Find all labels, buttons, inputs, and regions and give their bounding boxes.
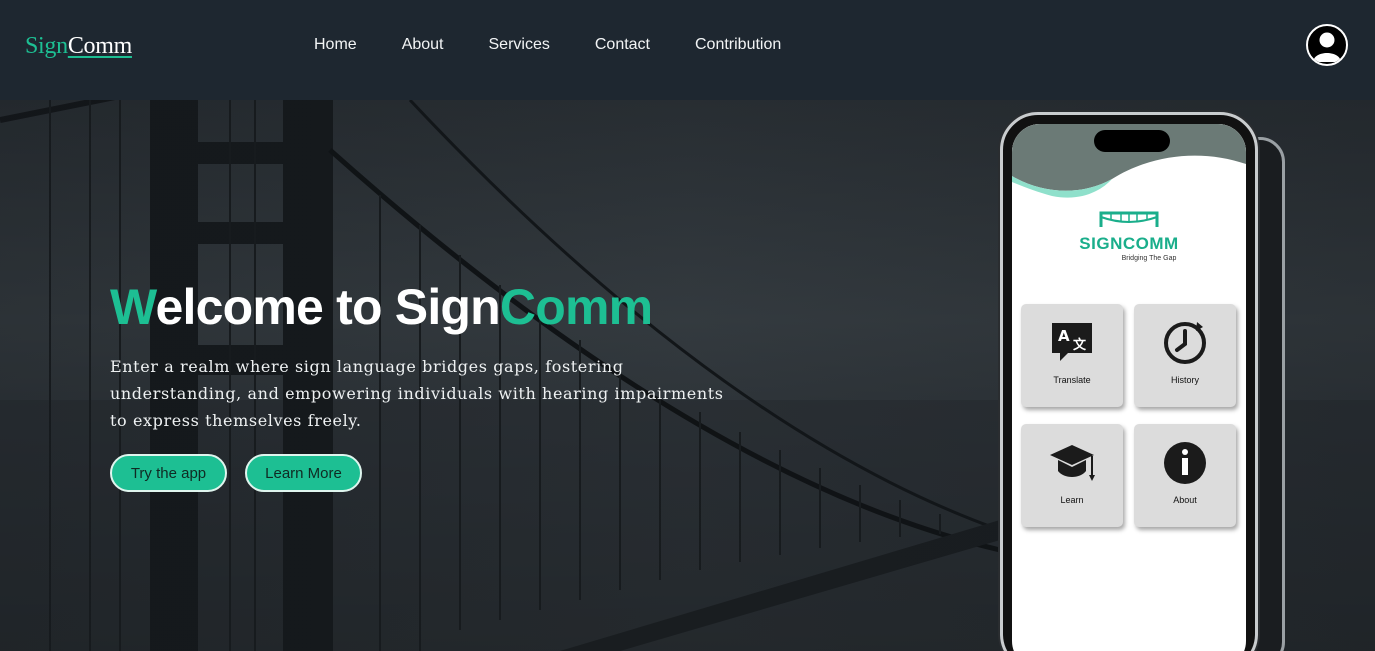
logo-part-comm: Comm	[67, 33, 132, 59]
learn-more-button[interactable]: Learn More	[245, 454, 362, 492]
tile-learn[interactable]: Learn	[1021, 424, 1123, 527]
title-accent-w: W	[110, 279, 156, 335]
app-logo: SIGNCOMM Bridging The Gap	[1012, 209, 1246, 262]
graduation-cap-icon	[1050, 445, 1095, 481]
translate-icon: A 文	[1052, 323, 1092, 361]
bridge-logo-icon	[1099, 211, 1159, 227]
tile-learn-label: Learn	[1060, 495, 1084, 505]
tile-history-label: History	[1170, 375, 1199, 385]
history-icon	[1164, 322, 1206, 364]
main-nav: Home About Services Contact Contribution	[314, 36, 826, 54]
top-navigation-bar: SignComm Home About Services Contact Con…	[0, 0, 1375, 100]
title-accent-comm: Comm	[499, 279, 653, 335]
try-the-app-button[interactable]: Try the app	[110, 454, 227, 492]
nav-contact[interactable]: Contact	[595, 36, 650, 54]
tile-about[interactable]: About	[1134, 424, 1236, 527]
svg-text:文: 文	[1073, 337, 1087, 353]
nav-contribution[interactable]: Contribution	[695, 36, 781, 54]
app-brand-name: SIGNCOMM	[1079, 234, 1179, 253]
tile-translate-label: Translate	[1053, 375, 1091, 385]
title-middle: elcome to Sign	[155, 279, 501, 335]
phone-mockup: SIGNCOMM Bridging The Gap A 文 Translate …	[1000, 112, 1258, 651]
tile-history[interactable]: History	[1134, 304, 1236, 407]
hero-title: Welcome to SignComm	[110, 278, 653, 336]
svg-text:A: A	[1058, 327, 1070, 345]
nav-home[interactable]: Home	[314, 36, 357, 54]
hero-subtitle: Enter a realm where sign language bridge…	[110, 357, 724, 430]
phone-screen: SIGNCOMM Bridging The Gap A 文 Translate …	[1012, 124, 1246, 651]
phone-notch	[1094, 130, 1170, 152]
site-logo[interactable]: SignComm	[25, 33, 132, 60]
user-avatar-icon[interactable]	[1306, 24, 1348, 66]
logo-part-sign: Sign	[25, 33, 68, 59]
info-icon	[1164, 442, 1206, 484]
screen-bottom-wave	[1012, 639, 1246, 651]
app-tagline: Bridging The Gap	[1121, 255, 1177, 262]
nav-about[interactable]: About	[402, 36, 444, 54]
tile-about-label: About	[1173, 495, 1197, 505]
tile-translate[interactable]: A 文 Translate	[1021, 304, 1123, 407]
nav-services[interactable]: Services	[489, 36, 550, 54]
